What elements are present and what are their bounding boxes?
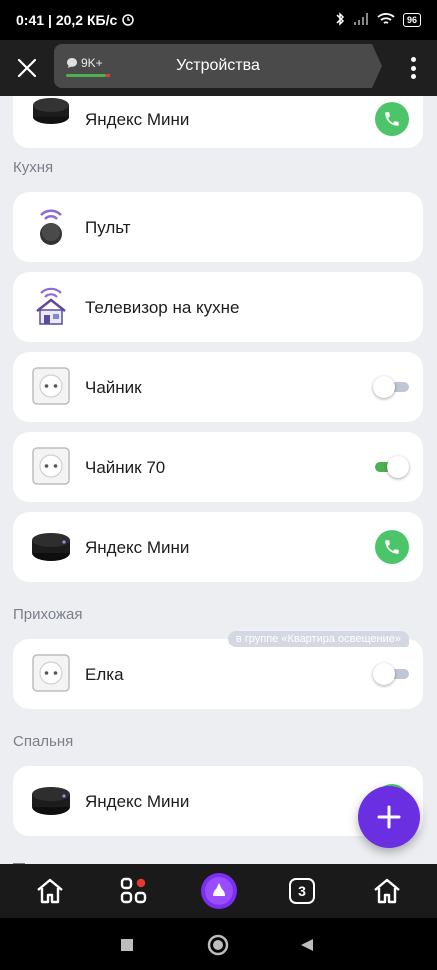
remote-icon (31, 206, 71, 246)
device-card-tree[interactable]: в группе «Квартира освещение» Елка (13, 631, 423, 709)
section-title-hallway: Прихожая (13, 606, 83, 623)
device-card-remote[interactable]: Пульт (13, 192, 423, 262)
section-title-next (13, 856, 33, 864)
back-button[interactable] (300, 938, 314, 957)
tv-house-icon (31, 286, 71, 326)
recent-apps-button[interactable] (120, 938, 134, 957)
device-label: Яндекс Мини (85, 792, 190, 811)
device-label: Яндекс Мини (85, 538, 190, 557)
nav-home-button[interactable] (33, 874, 67, 908)
device-label: Яндекс Мини (85, 110, 190, 129)
device-label: Телевизор на кухне (85, 298, 240, 317)
nav-services-button[interactable] (117, 874, 151, 908)
speaker-icon (31, 96, 71, 130)
device-label: Елка (85, 665, 124, 684)
device-card-kettle-70[interactable]: Чайник 70 (13, 432, 423, 502)
signal-icon (353, 12, 369, 29)
page-title: Устройства (176, 57, 260, 74)
device-list[interactable]: Яндекс Мини Кухня Пульт Телевизор на кух… (0, 96, 437, 864)
status-network-speed: | 20,2 КБ/с (48, 12, 118, 28)
device-label: Чайник (85, 378, 142, 397)
power-toggle[interactable] (373, 376, 409, 398)
back-triangle-icon (301, 939, 313, 951)
more-options-button[interactable] (403, 54, 423, 82)
device-card-top-speaker[interactable]: Яндекс Мини (13, 96, 423, 148)
services-grid-icon (120, 877, 147, 904)
socket-icon (31, 446, 71, 486)
battery-indicator: 96 (402, 13, 421, 27)
group-tag: в группе «Квартира освещение» (227, 631, 409, 647)
nav-tabs-button[interactable]: 3 (285, 874, 319, 908)
phone-icon (385, 112, 399, 126)
close-icon (17, 58, 37, 78)
speaker-icon (31, 526, 71, 566)
phone-icon (385, 540, 399, 554)
system-home-button[interactable] (207, 934, 229, 961)
power-toggle[interactable] (373, 663, 409, 685)
bottom-navigation: 3 (0, 864, 437, 918)
circle-icon (207, 934, 229, 956)
socket-icon (31, 653, 71, 693)
add-device-button[interactable] (358, 786, 420, 848)
plus-icon (377, 805, 401, 829)
device-label: Чайник 70 (85, 458, 166, 477)
more-dot-icon (410, 57, 416, 62)
system-navigation-bar (0, 918, 437, 970)
alarm-icon (121, 12, 135, 29)
close-button[interactable] (0, 40, 54, 96)
home-icon (37, 878, 63, 904)
app-toolbar: 9K+ Устройства (0, 40, 437, 96)
title-pill[interactable]: 9K+ Устройства (54, 44, 382, 88)
tabs-count: 3 (289, 878, 315, 904)
power-toggle[interactable] (373, 456, 409, 478)
status-bar: 0:41 | 20,2 КБ/с 96 (0, 0, 437, 40)
section-title-kitchen: Кухня (13, 159, 54, 176)
call-button[interactable] (375, 102, 409, 136)
bluetooth-icon (335, 11, 345, 30)
call-button[interactable] (375, 530, 409, 564)
home-outline-icon (374, 878, 400, 904)
device-card-tv[interactable]: Телевизор на кухне (13, 272, 423, 342)
status-time: 0:41 (16, 12, 45, 28)
wifi-icon (377, 12, 395, 29)
speaker-icon (31, 780, 71, 820)
square-icon (121, 939, 133, 951)
alice-icon (201, 873, 237, 909)
section-title-bedroom: Спальня (13, 733, 74, 750)
nav-alice-button[interactable] (200, 872, 238, 910)
device-card-speaker-kitchen[interactable]: Яндекс Мини (13, 512, 423, 582)
device-label: Пульт (85, 218, 131, 237)
device-card-kettle[interactable]: Чайник (13, 352, 423, 422)
nav-profile-button[interactable] (370, 874, 404, 908)
socket-icon (31, 366, 71, 406)
